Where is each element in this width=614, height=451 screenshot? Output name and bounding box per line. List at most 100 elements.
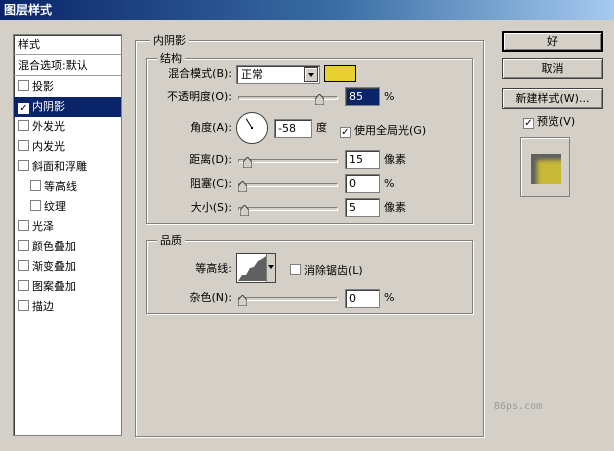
styles-list-header[interactable]: 样式 [14, 35, 121, 55]
blend-mode-value: 正常 [241, 68, 263, 81]
choke-slider-track [238, 183, 338, 187]
style-item-2[interactable]: 外发光 [14, 117, 121, 137]
size-input[interactable]: 5 [345, 198, 380, 217]
noise-slider-track [238, 297, 338, 301]
choke-slider-thumb[interactable] [238, 181, 247, 192]
quality-title: 品质 [157, 234, 185, 247]
dialog-title: 图层样式 [0, 0, 614, 20]
style-item-label: 图案叠加 [32, 280, 76, 293]
anti-alias-checkbox[interactable]: 消除锯齿(L) [290, 262, 363, 278]
noise-slider-thumb[interactable] [238, 295, 247, 306]
style-item-3[interactable]: 内发光 [14, 137, 121, 157]
ok-button[interactable]: 好 [502, 31, 603, 52]
distance-input[interactable]: 15 [345, 150, 380, 169]
preview-check[interactable]: ✓ [523, 118, 534, 129]
angle-input[interactable]: -58 [274, 119, 312, 138]
noise-input[interactable]: 0 [345, 289, 380, 308]
blend-options-item[interactable]: 混合选项:默认 [14, 56, 121, 76]
opacity-slider[interactable] [238, 90, 338, 106]
contour-dropdown-arrow[interactable] [266, 254, 275, 282]
style-item-checkbox[interactable] [18, 280, 29, 291]
choke-slider[interactable] [238, 177, 338, 193]
style-item-checkbox[interactable] [18, 80, 29, 91]
size-slider[interactable] [238, 201, 338, 217]
watermark-text: 86ps.com [494, 401, 543, 412]
style-item-checkbox[interactable] [18, 220, 29, 231]
style-item-label: 内阴影 [32, 100, 65, 113]
style-item-10[interactable]: 图案叠加 [14, 277, 121, 297]
style-item-9[interactable]: 渐变叠加 [14, 257, 121, 277]
noise-label: 杂色(N): [189, 291, 232, 304]
style-item-label: 光泽 [32, 220, 54, 233]
distance-unit: 像素 [384, 153, 406, 166]
new-style-button[interactable]: 新建样式(W)... [502, 88, 603, 109]
style-item-checkbox[interactable] [18, 240, 29, 251]
angle-dial[interactable] [236, 112, 268, 144]
angle-unit: 度 [316, 121, 327, 134]
preview-checkbox[interactable]: ✓ 预览(V) [523, 113, 575, 129]
angle-label: 角度(A): [190, 121, 232, 134]
noise-slider[interactable] [238, 291, 338, 307]
style-item-label: 外发光 [32, 120, 65, 133]
distance-slider-thumb[interactable] [243, 157, 252, 168]
structure-title: 结构 [157, 52, 185, 65]
noise-unit: % [384, 291, 395, 304]
preview-square [531, 154, 561, 184]
cancel-button[interactable]: 取消 [502, 58, 603, 79]
blend-mode-label: 混合模式(B): [168, 67, 232, 80]
global-light-checkbox[interactable]: ✓ 使用全局光(G) [340, 122, 426, 138]
opacity-value: 85 [349, 90, 363, 103]
size-slider-track [238, 207, 338, 211]
style-item-checkbox[interactable] [30, 180, 41, 191]
style-item-1[interactable]: ✓ 内阴影 [14, 97, 121, 117]
blend-mode-select[interactable]: 正常 [236, 65, 320, 84]
style-item-label: 投影 [32, 80, 54, 93]
style-item-label: 渐变叠加 [32, 260, 76, 273]
style-item-checkbox[interactable] [18, 140, 29, 151]
global-light-check[interactable]: ✓ [340, 127, 351, 138]
style-item-11[interactable]: 描边 [14, 297, 121, 317]
choke-input[interactable]: 0 [345, 174, 380, 193]
global-light-label: 使用全局光(G) [354, 124, 427, 137]
contour-picker[interactable] [236, 253, 276, 283]
style-item-checkbox[interactable] [18, 260, 29, 271]
chevron-down-icon[interactable] [304, 67, 318, 82]
style-item-label: 斜面和浮雕 [32, 160, 87, 173]
contour-curve-icon [238, 256, 266, 281]
style-item-8[interactable]: 颜色叠加 [14, 237, 121, 257]
size-slider-thumb[interactable] [240, 205, 249, 216]
chevron-down-icon [268, 265, 274, 269]
choke-unit: % [384, 177, 395, 190]
styles-list: 样式 混合选项:默认 投影 ✓ 内阴影 外发光 内发光 斜面和浮雕 等高线 纹理 光泽 颜色叠加渐… [13, 34, 122, 436]
style-item-label: 描边 [32, 300, 54, 313]
style-item-label: 内发光 [32, 140, 65, 153]
anti-alias-label: 消除锯齿(L) [304, 264, 363, 277]
style-item-checkbox[interactable] [18, 160, 29, 171]
style-item-5[interactable]: 等高线 [14, 177, 121, 197]
style-item-0[interactable]: 投影 [14, 77, 121, 97]
style-item-label: 纹理 [44, 200, 66, 213]
style-item-label: 等高线 [44, 180, 77, 193]
style-item-6[interactable]: 纹理 [14, 197, 121, 217]
distance-slider-track [238, 159, 338, 163]
style-item-checkbox[interactable]: ✓ [18, 103, 29, 114]
style-item-checkbox[interactable] [18, 300, 29, 311]
opacity-unit: % [384, 90, 395, 103]
layer-style-dialog: 图层样式 样式 混合选项:默认 投影 ✓ 内阴影 外发光 内发光 斜面和浮雕 等高线 纹理 光泽… [0, 0, 614, 451]
opacity-slider-thumb[interactable] [315, 94, 324, 105]
style-item-7[interactable]: 光泽 [14, 217, 121, 237]
choke-label: 阻塞(C): [190, 177, 232, 190]
style-item-checkbox[interactable] [18, 120, 29, 131]
opacity-input[interactable]: 85 [345, 87, 380, 106]
style-item-checkbox[interactable] [30, 200, 41, 211]
shadow-color-swatch[interactable] [324, 65, 356, 82]
distance-slider[interactable] [238, 153, 338, 169]
anti-alias-check[interactable] [290, 264, 301, 275]
style-item-label: 颜色叠加 [32, 240, 76, 253]
opacity-label: 不透明度(O): [167, 90, 232, 103]
style-item-4[interactable]: 斜面和浮雕 [14, 157, 121, 177]
inner-shadow-title: 内阴影 [150, 34, 189, 47]
preview-label: 预览(V) [537, 115, 576, 128]
contour-label: 等高线: [195, 262, 232, 275]
size-unit: 像素 [384, 201, 406, 214]
